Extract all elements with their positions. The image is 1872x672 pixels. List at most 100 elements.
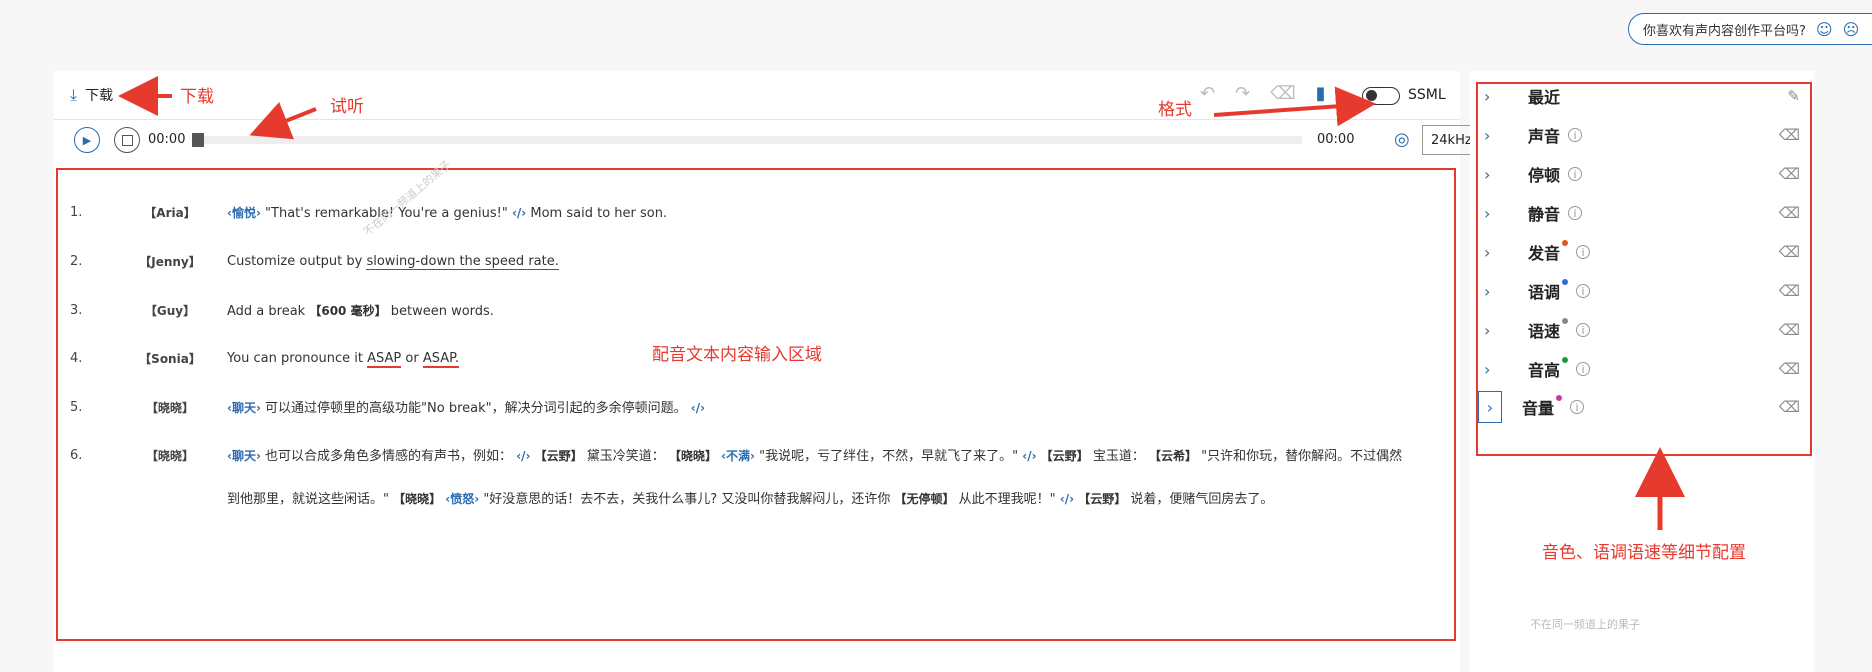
eraser-icon[interactable]: ⌫ xyxy=(1779,165,1800,183)
speaker-inline[interactable]: 【云野】 xyxy=(1078,492,1126,506)
label-text: 音量 xyxy=(1522,399,1555,418)
info-icon[interactable]: i xyxy=(1568,206,1583,220)
annotation-config: 音色、语调语速等细节配置 xyxy=(1542,543,1746,563)
sidebar-item-intonation[interactable]: › 语调 i ⌫ xyxy=(1484,272,1804,310)
sidebar-item-pause[interactable]: › 停顿 i ⌫ xyxy=(1484,155,1804,193)
speaker-tag[interactable]: 【Aria】 xyxy=(120,192,220,234)
info-icon[interactable]: i xyxy=(1570,400,1585,414)
speaker-inline[interactable]: 【晓晓】 xyxy=(669,449,717,463)
eraser-icon[interactable]: ⌫ xyxy=(1779,398,1800,416)
info-icon[interactable]: i xyxy=(1576,323,1591,337)
eraser-icon[interactable]: ⌫ xyxy=(1779,321,1800,339)
sidebar-item-label: 音高 xyxy=(1528,357,1569,381)
tag-end[interactable]: ‹/› xyxy=(1060,492,1074,506)
sidebar-item-recent[interactable]: › 最近 ✎ xyxy=(1484,77,1804,115)
line-text[interactable]: ‹聊天› 也可以合成多角色多情感的有声书，例如： ‹/› 【云野】 黛玉冷笑道：… xyxy=(227,435,1457,521)
emotion-tag[interactable]: ‹聊天› xyxy=(227,401,261,415)
text-segment: "只许和你玩，替你解闷。不过偶然 xyxy=(1201,449,1403,464)
text-segment: Add a break xyxy=(227,304,306,319)
info-icon[interactable]: i xyxy=(1568,167,1583,181)
tag-end[interactable]: ‹/› xyxy=(1022,449,1036,463)
info-icon[interactable]: i xyxy=(1576,362,1591,376)
break-tag[interactable]: 【600 毫秒】 xyxy=(309,304,386,318)
tag-end[interactable]: ‹/› xyxy=(512,206,526,220)
line-text[interactable]: ‹聊天› 可以通过停顿里的高级功能"No break"，解决分词引起的多余停顿问… xyxy=(227,387,1457,430)
color-dot xyxy=(1562,240,1569,246)
progress-thumb[interactable] xyxy=(192,133,204,147)
speaker-tag[interactable]: 【Jenny】 xyxy=(120,241,220,283)
pronounce-segment[interactable]: ASAP. xyxy=(422,351,460,368)
emotion-tag[interactable]: ‹愉悦› xyxy=(227,206,261,220)
bookmark-icon[interactable]: ▮ xyxy=(1316,83,1326,104)
eraser-icon[interactable]: ⌫ xyxy=(1779,282,1800,300)
redo-icon[interactable]: ↷ xyxy=(1235,83,1250,104)
sidebar-item-voice[interactable]: › 声音 i ⌫ xyxy=(1484,116,1804,154)
speaker-tag[interactable]: 【晓晓】 xyxy=(120,387,220,429)
play-icon: ▶ xyxy=(82,133,92,147)
pronounce-segment[interactable]: ASAP xyxy=(367,351,402,368)
eraser-icon[interactable]: ⌫ xyxy=(1779,243,1800,261)
speaker-tag[interactable]: 【Sonia】 xyxy=(120,338,220,380)
speaker-inline[interactable]: 【晓晓】 xyxy=(393,492,441,506)
eraser-icon[interactable]: ⌫ xyxy=(1779,126,1800,144)
emotion-tag[interactable]: ‹不满› xyxy=(721,449,755,463)
edit-icons: ↶ ↷ ⌫ ▮ xyxy=(1200,83,1326,104)
tag-end[interactable]: ‹/› xyxy=(691,401,705,415)
text-segment: You can pronounce it xyxy=(227,351,363,366)
line-text[interactable]: Customize output by slowing-down the spe… xyxy=(227,241,1457,283)
info-icon[interactable]: i xyxy=(1568,128,1583,142)
text-segment: Customize output by xyxy=(227,254,363,269)
eraser-icon[interactable]: ⌫ xyxy=(1779,204,1800,222)
speaker-tag[interactable]: 【Guy】 xyxy=(120,290,220,332)
download-button[interactable]: ⤓ 下载 xyxy=(70,85,113,105)
text-segment: 也可以合成多角色多情感的有声书，例如： xyxy=(265,449,513,464)
speaker-tag[interactable]: 【晓晓】 xyxy=(120,435,220,477)
sidebar-item-silence[interactable]: › 静音 i ⌫ xyxy=(1484,194,1804,232)
emotion-tag[interactable]: ‹愤怒› xyxy=(445,492,479,506)
undo-icon[interactable]: ↶ xyxy=(1200,83,1215,104)
line-number: 6. xyxy=(70,448,83,463)
ssml-toggle[interactable] xyxy=(1362,87,1400,105)
frown-icon[interactable]: ☹ xyxy=(1843,20,1860,39)
sidebar-item-label: 停顿 xyxy=(1528,166,1561,185)
eraser-icon[interactable]: ⌫ xyxy=(1270,83,1295,104)
sidebar-item-pitch[interactable]: › 音高 i ⌫ xyxy=(1484,350,1804,388)
chevron-right-icon: › xyxy=(1484,359,1491,379)
text-segment: 说着，便赌气回房去了。 xyxy=(1130,492,1274,507)
text-input-area[interactable]: 1. 【Aria】 ‹愉悦› "That's remarkable! You'r… xyxy=(56,168,1456,641)
smile-icon[interactable]: ☺ xyxy=(1816,20,1833,39)
speaker-inline[interactable]: 【云野】 xyxy=(1041,449,1089,463)
sidebar-item-label: 音量 xyxy=(1522,395,1563,419)
download-icon: ⤓ xyxy=(70,85,78,104)
play-button[interactable]: ▶ xyxy=(74,127,100,153)
sidebar-item-volume[interactable]: › 音量 i ⌫ xyxy=(1478,388,1804,426)
chevron-right-icon: › xyxy=(1484,164,1491,184)
text-segment: 黛玉冷笑道： xyxy=(586,449,665,464)
info-icon[interactable]: i xyxy=(1576,245,1591,259)
tag-end[interactable]: ‹/› xyxy=(516,449,530,463)
feedback-pill: 你喜欢有声内容创作平台吗? ☺ ☹ xyxy=(1628,13,1872,45)
stop-button[interactable] xyxy=(114,127,140,153)
emotion-tag[interactable]: ‹聊天› xyxy=(227,449,261,463)
sidebar-item-pronunciation[interactable]: › 发音 i ⌫ xyxy=(1484,233,1804,271)
sidebar-item-label: 语速 xyxy=(1528,318,1569,342)
sidebar-item-rate[interactable]: › 语速 i ⌫ xyxy=(1484,311,1804,349)
annotation-format: 格式 xyxy=(1158,100,1192,120)
line-text[interactable]: Add a break 【600 毫秒】 between words. xyxy=(227,290,1457,333)
pencil-icon[interactable]: ✎ xyxy=(1787,87,1800,105)
line-number: 1. xyxy=(70,205,83,220)
eraser-icon[interactable]: ⌫ xyxy=(1779,360,1800,378)
feedback-text: 你喜欢有声内容创作平台吗? xyxy=(1643,23,1806,39)
audio-settings-icon[interactable]: ◎ xyxy=(1394,129,1410,150)
speaker-inline[interactable]: 【云希】 xyxy=(1149,449,1197,463)
line-text[interactable]: You can pronounce it ASAP or ASAP. xyxy=(227,338,1457,380)
chevron-right-icon[interactable]: › xyxy=(1478,391,1502,423)
text-segment: 宝玉道： xyxy=(1092,449,1145,464)
progress-track[interactable] xyxy=(192,133,1302,147)
color-dot xyxy=(1556,395,1563,401)
break-tag[interactable]: 【无停顿】 xyxy=(894,492,954,506)
editor-panel: ⤓ 下载 ↶ ↷ ⌫ ▮ SSML ▶ 00:00 00:00 ◎ 24kHz … xyxy=(54,71,1512,672)
info-icon[interactable]: i xyxy=(1576,284,1591,298)
speaker-inline[interactable]: 【云野】 xyxy=(535,449,583,463)
rate-segment[interactable]: slowing-down the speed rate. xyxy=(366,254,559,270)
